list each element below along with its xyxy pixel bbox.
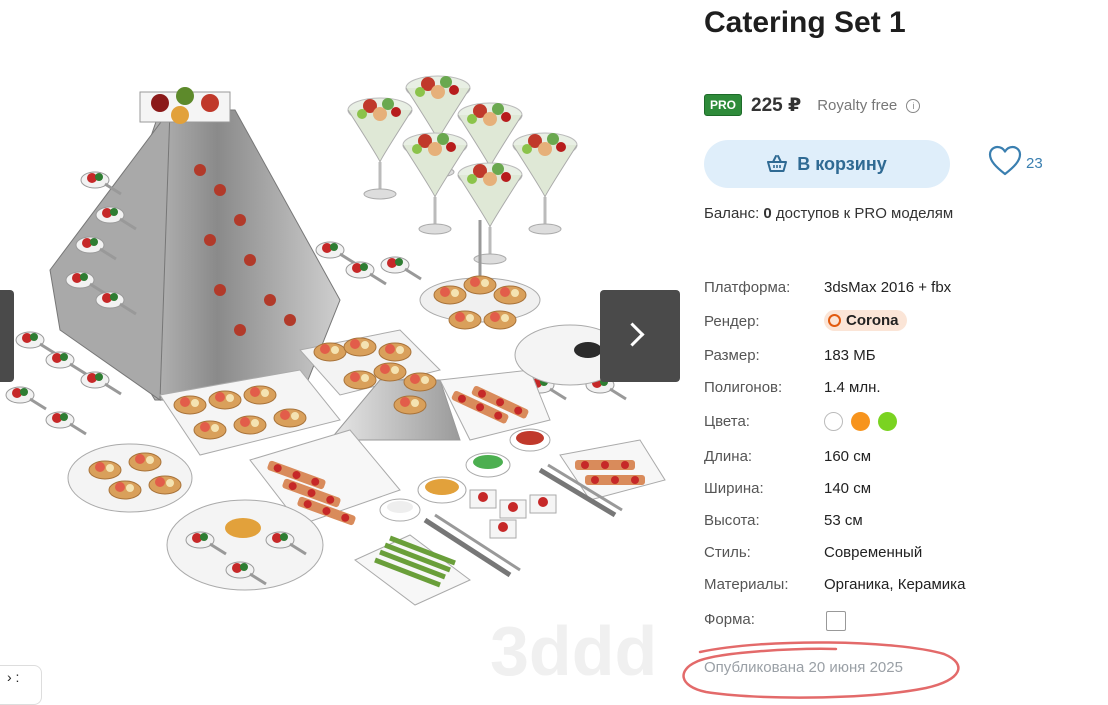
viewer-menu-tab[interactable]: › : xyxy=(0,665,42,705)
pro-badge: PRO xyxy=(704,94,743,116)
spec-value: 53 см xyxy=(824,512,863,529)
spec-label: Размер: xyxy=(704,347,760,364)
render-badge[interactable]: Corona xyxy=(824,310,907,331)
pro-balance: Баланс: 0 доступов к PRO моделям xyxy=(704,205,953,222)
spec-label: Высота: xyxy=(704,512,760,529)
color-swatch-white[interactable] xyxy=(824,412,843,431)
next-image-button[interactable] xyxy=(600,290,680,382)
spec-label: Форма: xyxy=(704,611,755,628)
render-name: Corona xyxy=(846,312,899,329)
product-title: Catering Set 1 xyxy=(704,6,906,39)
balance-suffix: доступов к PRO моделям xyxy=(771,205,954,222)
spec-value: 3dsMax 2016 + fbx xyxy=(824,279,952,296)
spec-label: Стиль: xyxy=(704,544,751,561)
like-count: 23 xyxy=(1026,155,1043,172)
color-swatches xyxy=(824,412,905,431)
product-preview[interactable]: 3ddd › : xyxy=(0,0,690,705)
shape-value xyxy=(826,611,846,635)
annotation-ellipse xyxy=(682,641,960,699)
spec-value: 160 см xyxy=(824,448,872,465)
basket-icon xyxy=(767,155,788,173)
spec-label: Полигонов: xyxy=(704,379,783,396)
corona-icon xyxy=(828,314,841,327)
spec-value[interactable]: Современный xyxy=(824,544,922,561)
spec-label: Материалы: xyxy=(704,576,789,593)
spec-label: Платформа: xyxy=(704,279,791,296)
license-label: Royalty free i xyxy=(817,96,921,114)
previous-image-button[interactable] xyxy=(0,290,14,382)
license-text: Royalty free xyxy=(817,96,898,114)
balance-count: 0 xyxy=(763,205,772,222)
catering-set-render: 3ddd xyxy=(4,74,666,690)
spec-value: 183 МБ xyxy=(824,347,876,364)
price-row: PRO 225 ₽ Royalty free i xyxy=(704,92,921,118)
like-button[interactable]: 23 xyxy=(988,145,1043,182)
spec-label: Рендер: xyxy=(704,313,760,330)
color-swatch-green[interactable] xyxy=(878,412,897,431)
spec-value[interactable]: Органика, Керамика xyxy=(824,576,965,593)
balance-prefix: Баланс: xyxy=(704,205,764,222)
shape-square-icon[interactable] xyxy=(826,611,846,631)
price: 225 ₽ xyxy=(751,94,802,116)
spec-value: 1.4 млн. xyxy=(824,379,881,396)
heart-icon xyxy=(988,145,1022,182)
watermark-text: 3ddd xyxy=(490,612,657,690)
spec-label: Цвета: xyxy=(704,413,750,430)
add-to-cart-button[interactable]: В корзину xyxy=(704,140,950,188)
info-icon[interactable]: i xyxy=(906,98,921,113)
spec-label: Длина: xyxy=(704,448,753,465)
spec-value: 140 см xyxy=(824,480,872,497)
color-swatch-orange[interactable] xyxy=(851,412,870,431)
spec-label: Ширина: xyxy=(704,480,764,497)
add-to-cart-label: В корзину xyxy=(797,153,887,174)
render-engine[interactable]: Corona xyxy=(824,310,907,331)
